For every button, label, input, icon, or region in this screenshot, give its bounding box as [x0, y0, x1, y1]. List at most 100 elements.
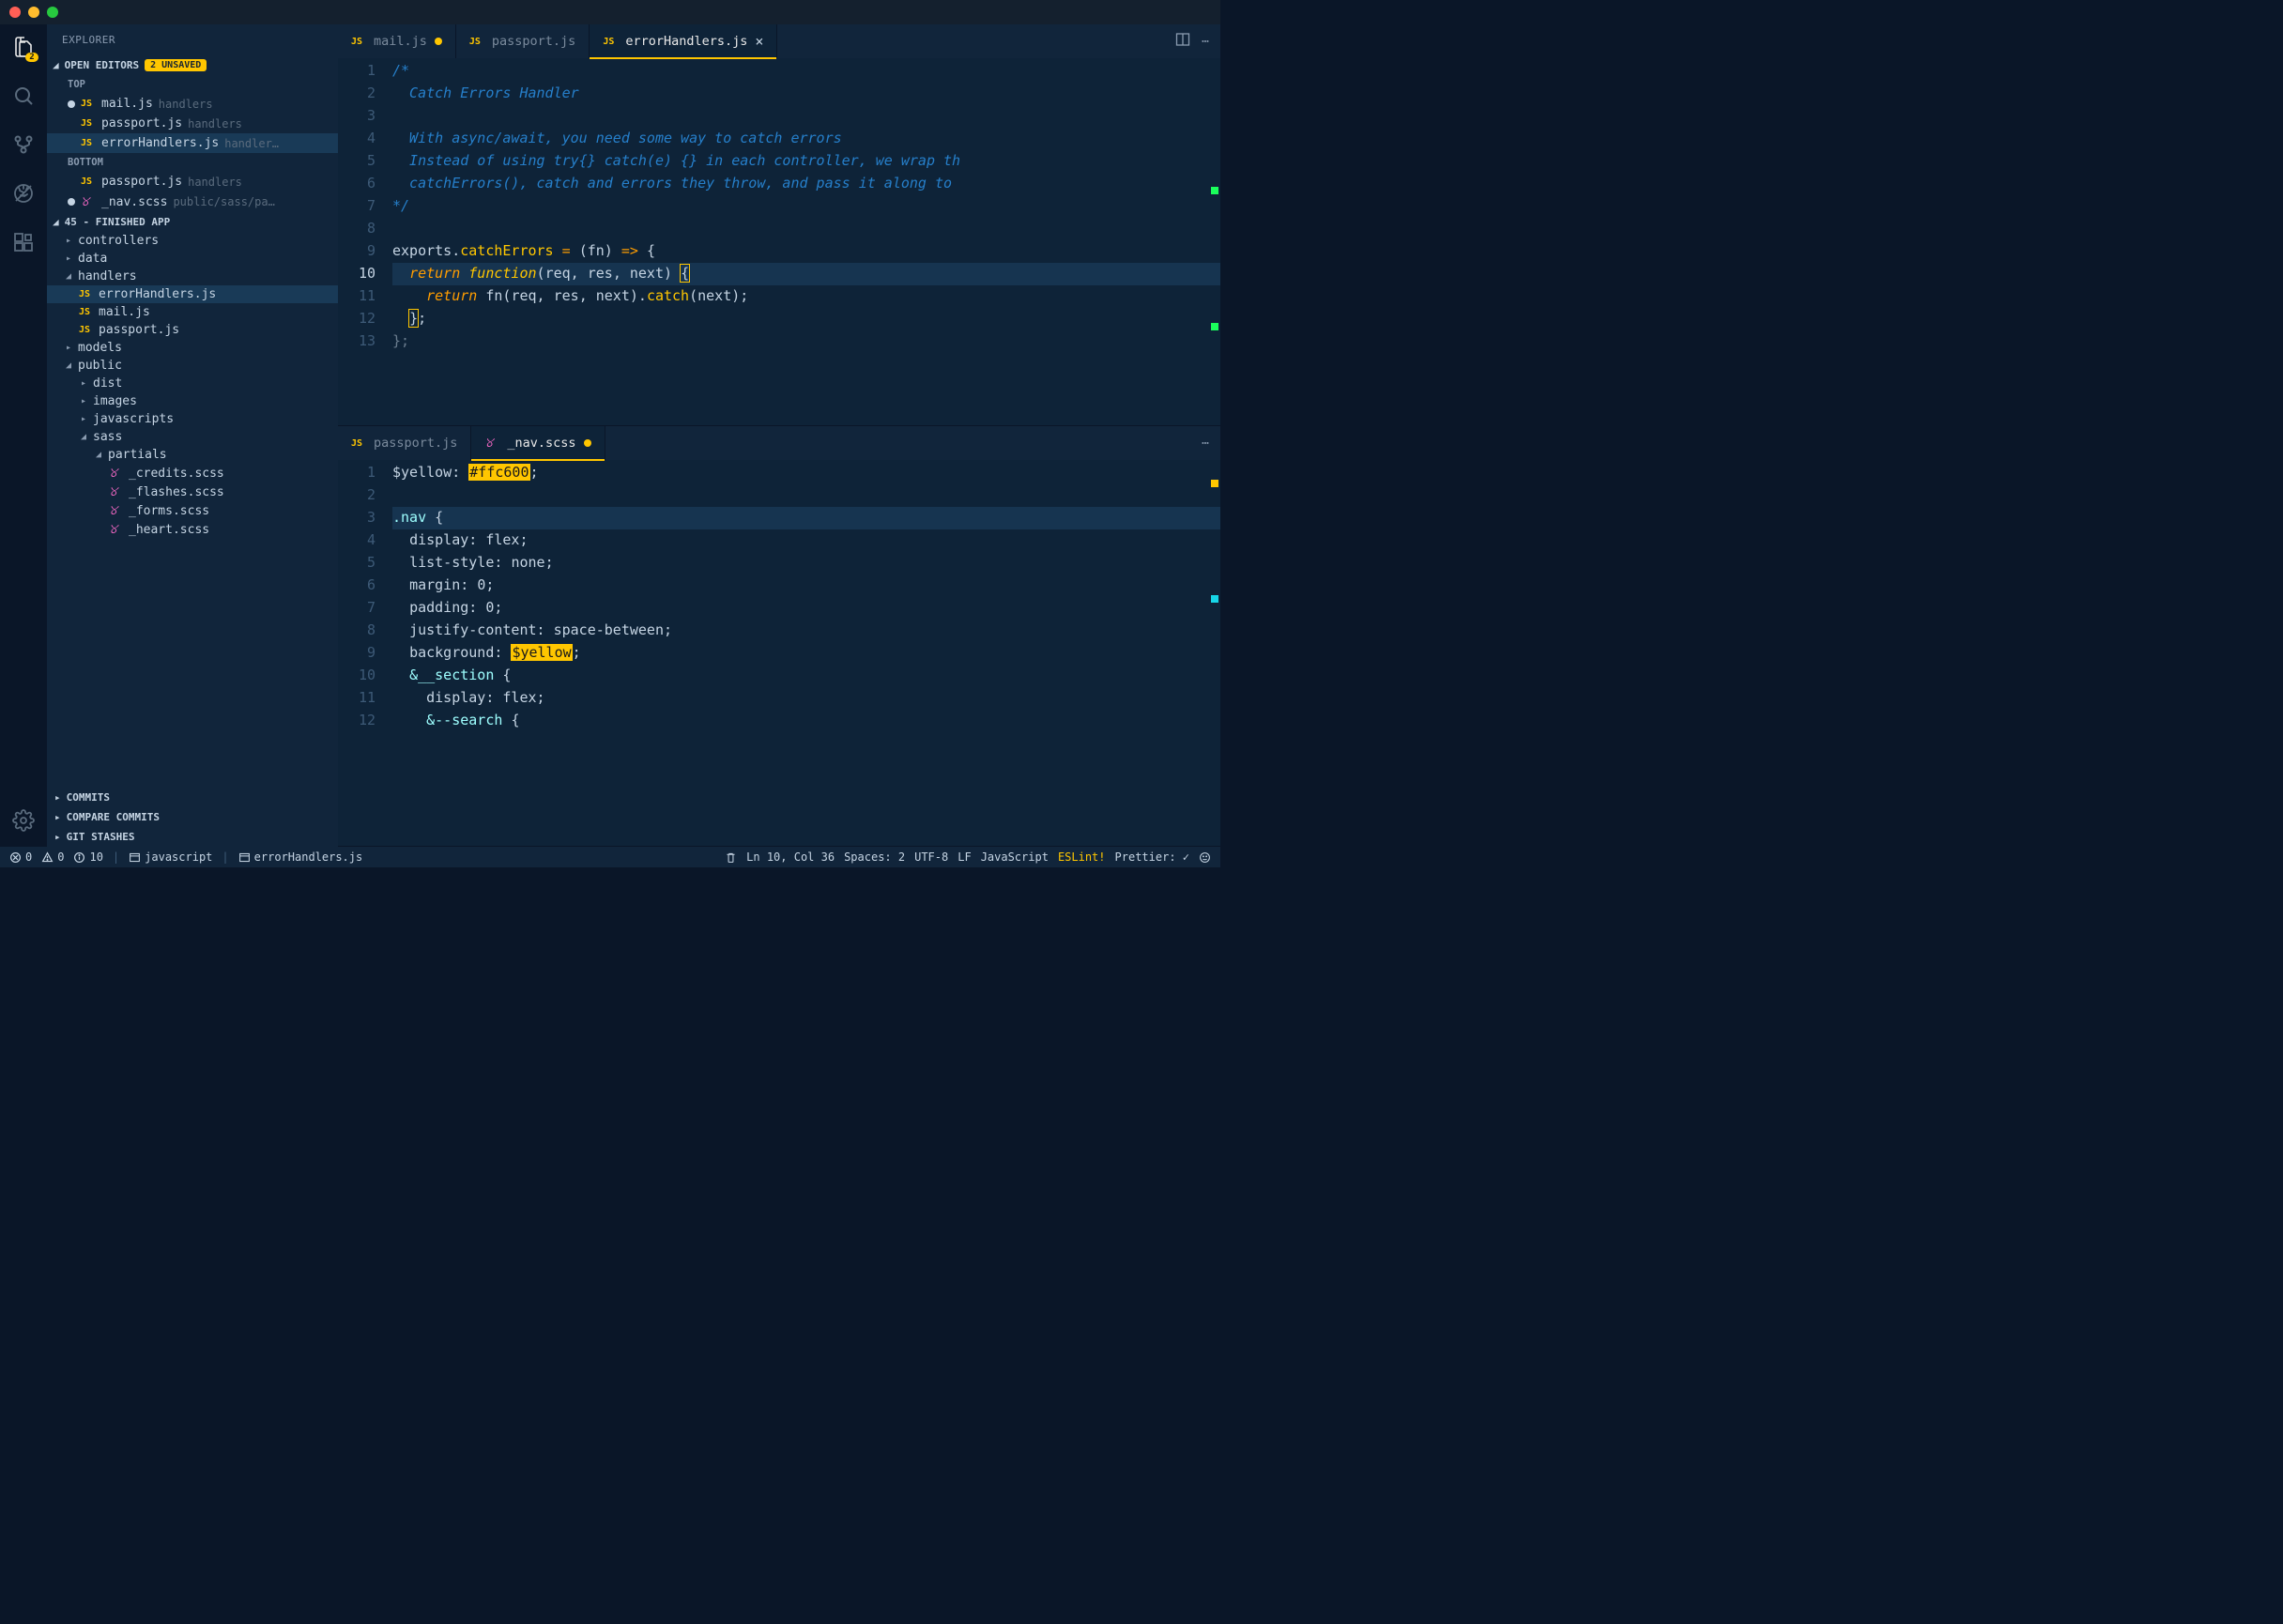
explorer-icon[interactable]: 2: [10, 34, 37, 60]
code-line[interactable]: display: flex;: [392, 529, 1220, 552]
search-icon[interactable]: [10, 83, 37, 109]
status-encoding[interactable]: UTF-8: [914, 850, 948, 864]
folder-item[interactable]: ◢sass: [47, 428, 338, 446]
file-item[interactable]: JSpassport.js: [47, 321, 338, 339]
js-file-icon: JS: [603, 37, 618, 47]
open-editor-item[interactable]: JSpassport.js handlers: [47, 172, 338, 192]
js-file-icon: JS: [469, 37, 484, 47]
code-line[interactable]: margin: 0;: [392, 575, 1220, 597]
editor-group-label: BOTTOM: [47, 153, 338, 172]
open-editor-item[interactable]: JSerrorHandlers.js handler…: [47, 133, 338, 153]
folder-item[interactable]: ◢partials: [47, 446, 338, 464]
file-item[interactable]: ୪_flashes.scss: [47, 483, 338, 501]
status-info[interactable]: 10: [73, 850, 102, 864]
code-line[interactable]: .nav {: [392, 507, 1220, 529]
code-line[interactable]: background: $yellow;: [392, 642, 1220, 665]
code-line[interactable]: &__section {: [392, 665, 1220, 687]
code-line[interactable]: };: [392, 330, 1220, 353]
line-number: 8: [338, 218, 375, 240]
code-line[interactable]: return function(req, res, next) {: [392, 263, 1220, 285]
editor-tab[interactable]: JSpassport.js: [456, 24, 590, 58]
code-line[interactable]: justify-content: space-between;: [392, 620, 1220, 642]
debug-icon[interactable]: [10, 180, 37, 207]
folder-name: images: [93, 394, 137, 408]
file-name: passport.js: [99, 323, 179, 337]
open-editor-item[interactable]: JSpassport.js handlers: [47, 114, 338, 133]
split-editor-icon[interactable]: [1175, 32, 1190, 51]
project-header[interactable]: ◢ 45 - FINISHED APP: [47, 212, 338, 232]
code-line[interactable]: Catch Errors Handler: [392, 83, 1220, 105]
code-line[interactable]: Instead of using try{} catch(e) {} in ea…: [392, 150, 1220, 173]
open-editor-dir: handler…: [224, 137, 279, 150]
code-editor-top[interactable]: 12345678910111213 /* Catch Errors Handle…: [338, 58, 1220, 425]
code-line[interactable]: list-style: none;: [392, 552, 1220, 575]
code-line[interactable]: /*: [392, 60, 1220, 83]
code-line[interactable]: &--search {: [392, 710, 1220, 732]
open-editor-item[interactable]: ୪_nav.scss public/sass/pa…: [47, 192, 338, 212]
status-file[interactable]: errorHandlers.js: [238, 850, 363, 864]
code-line[interactable]: exports.catchErrors = (fn) => {: [392, 240, 1220, 263]
close-window-button[interactable]: [9, 7, 21, 18]
file-item[interactable]: JSerrorHandlers.js: [47, 285, 338, 303]
chevron-down-icon: ◢: [94, 450, 103, 460]
folder-item[interactable]: ◢handlers: [47, 268, 338, 285]
code-line[interactable]: $yellow: #ffc600;: [392, 462, 1220, 484]
sidebar-panel-header[interactable]: ▸COMMITS: [47, 788, 338, 807]
folder-item[interactable]: ▸data: [47, 250, 338, 268]
extensions-icon[interactable]: [10, 229, 37, 255]
status-trash-icon[interactable]: [725, 851, 737, 864]
folder-item[interactable]: ▸dist: [47, 375, 338, 392]
status-warnings[interactable]: 0: [41, 850, 64, 864]
folder-item[interactable]: ▸javascripts: [47, 410, 338, 428]
source-control-icon[interactable]: [10, 131, 37, 158]
code-editor-bottom[interactable]: 123456789101112 $yellow: #ffc600;.nav { …: [338, 460, 1220, 846]
status-scope[interactable]: javascript: [129, 850, 212, 864]
status-separator: |: [113, 850, 119, 864]
more-actions-icon[interactable]: ⋯: [1202, 437, 1209, 451]
chevron-down-icon: ◢: [64, 271, 73, 282]
code-line[interactable]: catchErrors(), catch and errors they thr…: [392, 173, 1220, 195]
editor-tab[interactable]: ୪_nav.scss: [471, 426, 605, 460]
code-line[interactable]: [392, 218, 1220, 240]
sidebar-panel-header[interactable]: ▸COMPARE COMMITS: [47, 807, 338, 827]
status-prettier[interactable]: Prettier: ✓: [1115, 850, 1189, 864]
code-line[interactable]: */: [392, 195, 1220, 218]
status-indent[interactable]: Spaces: 2: [844, 850, 905, 864]
settings-gear-icon[interactable]: [10, 807, 37, 834]
more-actions-icon[interactable]: ⋯: [1202, 35, 1209, 49]
code-line[interactable]: [392, 484, 1220, 507]
status-eslint[interactable]: ESLint!: [1058, 850, 1106, 864]
maximize-window-button[interactable]: [47, 7, 58, 18]
folder-item[interactable]: ◢public: [47, 357, 338, 375]
folder-item[interactable]: ▸images: [47, 392, 338, 410]
file-item[interactable]: ୪_heart.scss: [47, 520, 338, 539]
sidebar-panel-header[interactable]: ▸GIT STASHES: [47, 827, 338, 847]
open-editors-header[interactable]: ◢ OPEN EDITORS 2 UNSAVED: [47, 55, 338, 75]
folder-item[interactable]: ▸controllers: [47, 232, 338, 250]
status-feedback-icon[interactable]: [1199, 851, 1211, 864]
open-editor-item[interactable]: JSmail.js handlers: [47, 94, 338, 114]
line-number: 1: [338, 462, 375, 484]
code-line[interactable]: display: flex;: [392, 687, 1220, 710]
chevron-right-icon: ▸: [54, 791, 61, 804]
line-number: 12: [338, 710, 375, 732]
status-language[interactable]: JavaScript: [981, 850, 1049, 864]
code-line[interactable]: };: [392, 308, 1220, 330]
file-item[interactable]: ୪_credits.scss: [47, 464, 338, 483]
editor-tab[interactable]: JSerrorHandlers.js×: [590, 24, 777, 58]
code-line[interactable]: return fn(req, res, next).catch(next);: [392, 285, 1220, 308]
editor-tab[interactable]: JSpassport.js: [338, 426, 471, 460]
file-item[interactable]: JSmail.js: [47, 303, 338, 321]
code-line[interactable]: [392, 105, 1220, 128]
status-cursor-pos[interactable]: Ln 10, Col 36: [746, 850, 835, 864]
editor-tab[interactable]: JSmail.js: [338, 24, 456, 58]
status-errors[interactable]: 0: [9, 850, 32, 864]
status-eol[interactable]: LF: [958, 850, 971, 864]
line-number: 1: [338, 60, 375, 83]
close-tab-icon[interactable]: ×: [755, 33, 763, 50]
minimize-window-button[interactable]: [28, 7, 39, 18]
code-line[interactable]: With async/await, you need some way to c…: [392, 128, 1220, 150]
code-line[interactable]: padding: 0;: [392, 597, 1220, 620]
folder-item[interactable]: ▸models: [47, 339, 338, 357]
file-item[interactable]: ୪_forms.scss: [47, 501, 338, 520]
